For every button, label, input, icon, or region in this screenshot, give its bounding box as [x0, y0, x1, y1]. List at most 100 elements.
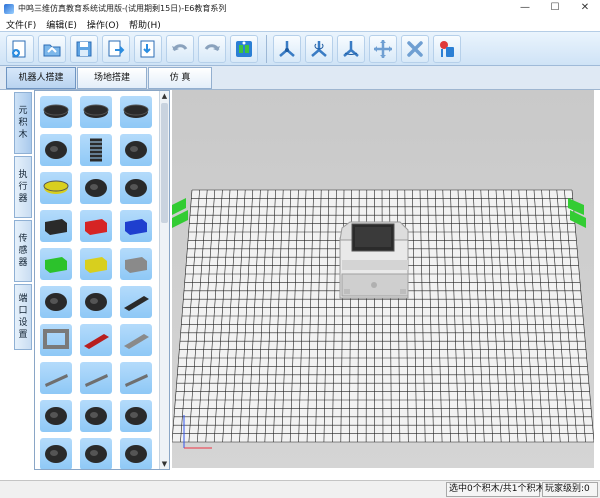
app-icon	[4, 3, 14, 14]
tire-part-icon	[85, 179, 107, 197]
scene-canvas[interactable]	[171, 90, 595, 468]
palette-tile-tire-part[interactable]	[80, 172, 112, 204]
motor-part-icon	[125, 407, 147, 425]
move-button[interactable]	[369, 34, 397, 63]
black-block-part-icon	[45, 219, 67, 235]
tab-field-build[interactable]: 场地搭建	[77, 67, 147, 89]
menu-help[interactable]: 帮助(H)	[129, 18, 161, 31]
controller-model[interactable]	[339, 221, 409, 299]
move-icon	[374, 39, 392, 58]
red-beam-part-icon	[84, 334, 109, 349]
palette-tile-motor-part[interactable]	[80, 400, 112, 432]
side-tab-port-settings[interactable]: 端口设置	[14, 284, 32, 350]
palette-tile-gear-part[interactable]	[120, 96, 152, 128]
palette-tile-motor-part[interactable]	[40, 400, 72, 432]
yellow-gear-part-icon	[43, 180, 69, 194]
rotate-z-button[interactable]	[337, 34, 365, 63]
palette-tile-spring-part[interactable]	[80, 134, 112, 166]
palette-tile-blue-block-part[interactable]	[120, 210, 152, 242]
new-button[interactable]	[6, 34, 34, 63]
spring-part-icon	[90, 138, 102, 162]
menu-file[interactable]: 文件(F)	[6, 18, 36, 31]
side-tab-basic-blocks[interactable]: 元积木	[14, 92, 32, 154]
red-block-part-icon	[85, 219, 107, 235]
palette-tile-red-block-part[interactable]	[80, 210, 112, 242]
motor-part-icon	[45, 407, 67, 425]
palette-tile-bracket-part[interactable]	[40, 286, 72, 318]
export-button[interactable]	[102, 34, 130, 63]
scroll-up-button[interactable]: ▲	[160, 91, 169, 101]
scroll-thumb[interactable]	[161, 103, 168, 223]
menu-edit[interactable]: 编辑(E)	[46, 18, 77, 31]
side-tab-label: 元积木	[18, 106, 28, 140]
blue-block-part-icon	[125, 219, 147, 235]
palette-tile-axle-part[interactable]	[120, 172, 152, 204]
status-bar: 选中0个积木/共1个积木 玩家级别:0	[0, 480, 600, 498]
rotate-x-icon	[279, 40, 295, 57]
side-tab-label: 执行器	[18, 170, 28, 204]
palette-tile-gear-part[interactable]	[80, 96, 112, 128]
palette-tile-beam-part[interactable]	[120, 286, 152, 318]
palette-tile-connector-part[interactable]	[120, 438, 152, 469]
axle-part-icon	[125, 179, 147, 197]
gray-block-part-icon	[125, 257, 147, 273]
frame-part-icon	[43, 329, 69, 349]
side-tab-label: 端口设置	[18, 294, 28, 340]
maximize-button[interactable]: ☐	[540, 0, 570, 17]
palette-tile-red-beam-part[interactable]	[80, 324, 112, 356]
redo-icon	[204, 43, 220, 51]
redo-button[interactable]	[198, 34, 226, 63]
palette-tile-green-block-part[interactable]	[40, 248, 72, 280]
palette-tile-black-block-part[interactable]	[40, 210, 72, 242]
run-button[interactable]	[433, 34, 461, 63]
palette-tile-wheel-part[interactable]	[80, 438, 112, 469]
player-level-status: 玩家级别:0	[542, 482, 598, 497]
rotate-x-button[interactable]	[273, 34, 301, 63]
rod-part-icon	[125, 374, 148, 387]
minimize-button[interactable]: —	[510, 0, 540, 17]
palette-tile-rod-part[interactable]	[120, 362, 152, 394]
beam-part-icon	[124, 296, 149, 311]
window-title: 中鸣三维仿真教育系统试用版-(试用期剩15日)-E6教育系列	[18, 4, 227, 13]
palette-tile-wheel-part[interactable]	[40, 134, 72, 166]
close-button[interactable]: ✕	[570, 0, 600, 17]
robot-kit-icon	[236, 40, 252, 57]
palette-tile-gray-beam-part[interactable]	[120, 324, 152, 356]
palette-tile-yellow-gear-part[interactable]	[40, 172, 72, 204]
palette-tile-rod-part[interactable]	[40, 362, 72, 394]
gear-part-icon	[123, 104, 149, 118]
robot-kit-button[interactable]	[230, 34, 258, 63]
palette-scrollbar[interactable]: ▲ ▼	[159, 91, 169, 469]
palette-tile-clip-part[interactable]	[40, 438, 72, 469]
category-tabs: 元积木 执行器 传感器 端口设置	[14, 90, 32, 470]
export-icon	[108, 40, 125, 56]
palette-tile-gray-block-part[interactable]	[120, 248, 152, 280]
green-boundary-marker-left	[172, 198, 188, 228]
save-button[interactable]	[70, 34, 98, 63]
rotate-y-button[interactable]	[305, 34, 333, 63]
parts-palette: ▲ ▼	[34, 90, 170, 470]
palette-tile-connector-part[interactable]	[120, 134, 152, 166]
side-tab-label: 传感器	[18, 234, 28, 268]
palette-tile-rod-part[interactable]	[80, 362, 112, 394]
tab-simulation[interactable]: 仿 真	[148, 67, 212, 89]
import-button[interactable]	[134, 34, 162, 63]
delete-button[interactable]	[401, 34, 429, 63]
palette-tile-hub-part[interactable]	[80, 286, 112, 318]
menu-operate[interactable]: 操作(O)	[87, 18, 119, 31]
palette-tile-gear-part[interactable]	[40, 96, 72, 128]
save-icon	[76, 41, 92, 56]
open-button[interactable]	[38, 34, 66, 63]
rotate-z-icon	[343, 40, 359, 57]
side-tab-sensors[interactable]: 传感器	[14, 220, 32, 282]
palette-tile-yellow-block-part[interactable]	[80, 248, 112, 280]
undo-button[interactable]	[166, 34, 194, 63]
tab-robot-build[interactable]: 机器人搭建	[6, 67, 76, 89]
palette-tile-motor-part[interactable]	[120, 400, 152, 432]
scroll-down-button[interactable]: ▼	[160, 459, 169, 469]
side-tab-actuators[interactable]: 执行器	[14, 156, 32, 218]
wheel-part-icon	[45, 141, 67, 159]
new-icon	[12, 40, 26, 57]
palette-tile-frame-part[interactable]	[40, 324, 72, 356]
3d-viewport[interactable]	[171, 90, 595, 468]
